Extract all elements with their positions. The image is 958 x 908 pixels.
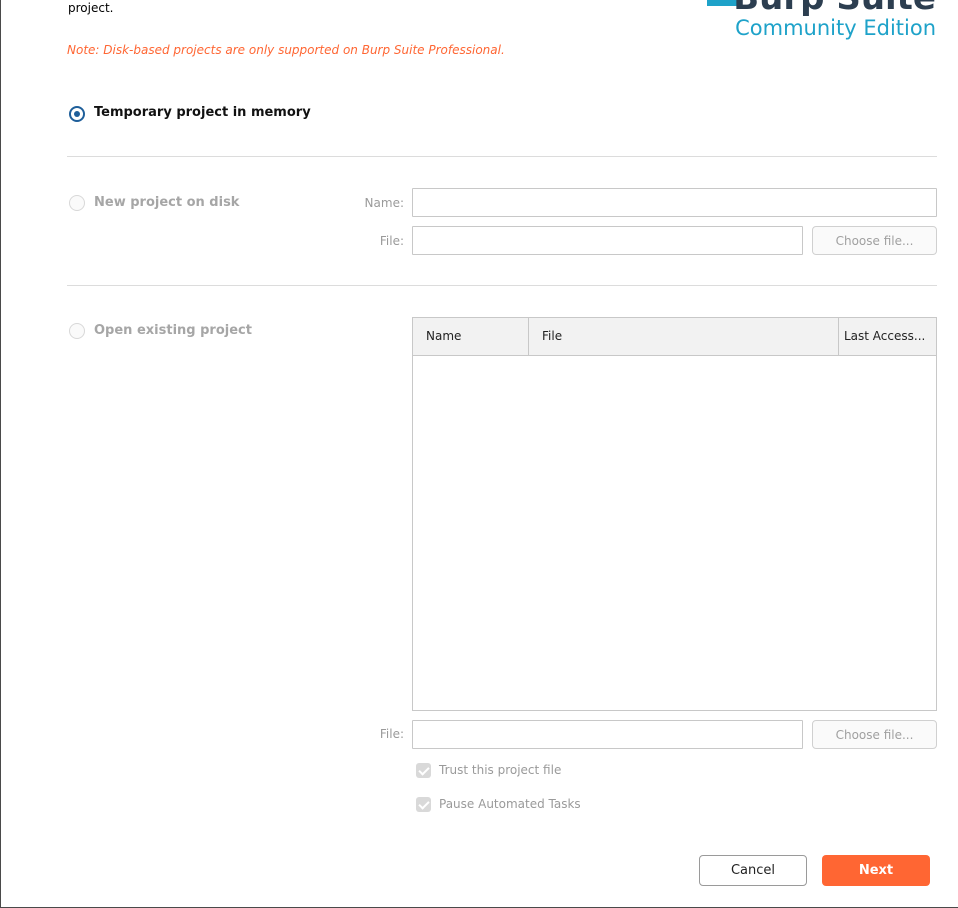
existing-projects-table[interactable]: Name File Last Access...: [412, 317, 937, 711]
trust-project-checkbox[interactable]: [416, 763, 431, 778]
table-header: Name File Last Access...: [413, 318, 936, 356]
column-header-name[interactable]: Name: [413, 318, 527, 355]
new-project-label[interactable]: New project on disk: [94, 195, 239, 210]
divider: [67, 285, 937, 286]
divider: [67, 156, 937, 157]
pause-tasks-label: Pause Automated Tasks: [439, 797, 581, 811]
temporary-project-label[interactable]: Temporary project in memory: [94, 105, 311, 120]
column-header-file[interactable]: File: [528, 318, 839, 355]
file-label: File:: [379, 234, 404, 248]
existing-file-label: File:: [379, 727, 404, 741]
open-existing-radio[interactable]: [69, 323, 85, 339]
name-label: Name:: [364, 196, 404, 210]
new-project-file-input[interactable]: [412, 226, 803, 255]
new-project-choose-file-button[interactable]: Choose file...: [812, 226, 937, 255]
existing-project-choose-file-button[interactable]: Choose file...: [812, 720, 937, 749]
open-existing-label[interactable]: Open existing project: [94, 323, 252, 338]
trust-project-label: Trust this project file: [439, 763, 562, 777]
pause-tasks-checkbox[interactable]: [416, 797, 431, 812]
dialog-window: project. Note: Disk-based projects are o…: [0, 0, 958, 908]
existing-project-file-input[interactable]: [412, 720, 803, 749]
next-button[interactable]: Next: [822, 855, 930, 886]
column-header-last-access[interactable]: Last Access...: [838, 318, 936, 355]
new-project-radio[interactable]: [69, 195, 85, 211]
intro-text: project.: [68, 1, 114, 15]
temporary-project-radio[interactable]: [69, 106, 85, 122]
disk-projects-note: Note: Disk-based projects are only suppo…: [67, 43, 505, 57]
cancel-button[interactable]: Cancel: [699, 855, 807, 886]
logo-edition: Community Edition: [735, 16, 936, 40]
project-name-input[interactable]: [412, 188, 937, 217]
